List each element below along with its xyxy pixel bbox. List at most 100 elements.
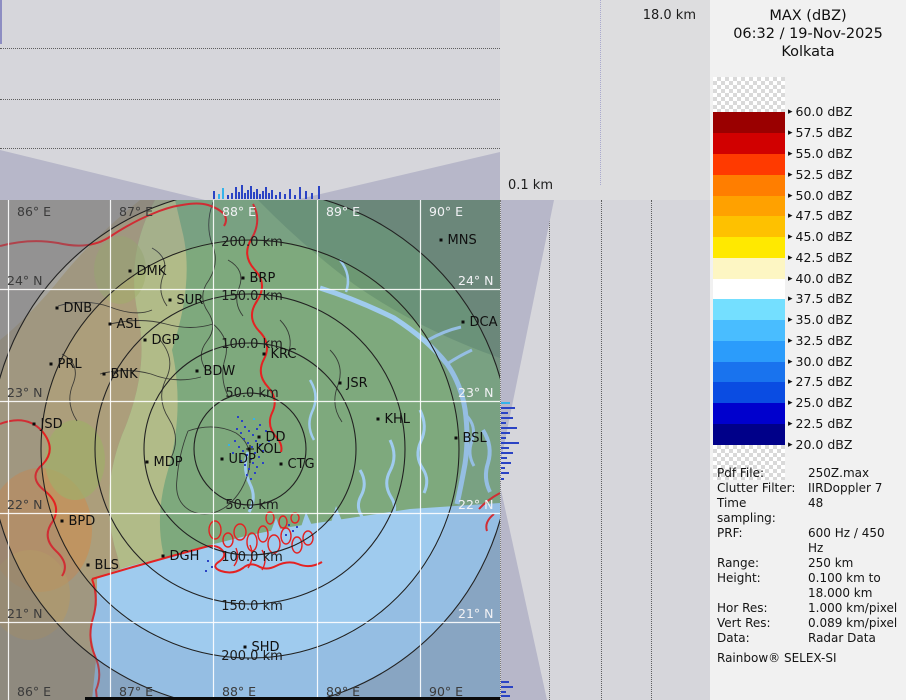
- echo-tick: [262, 191, 264, 199]
- dbz-tick: ▸57.5 dBZ: [788, 125, 852, 140]
- product-header: MAX (dBZ) 06:32 / 19-Nov-2025 Kolkata: [710, 7, 906, 61]
- colorbar-band: [713, 382, 785, 403]
- height-scale-corner-panel: 18.0 km 0.1 km: [500, 0, 710, 200]
- latitude-label-right: 23° N: [458, 385, 493, 400]
- echo-tick: [238, 192, 240, 199]
- metadata-label: Time sampling:: [717, 496, 808, 526]
- echo-pixel: [240, 432, 242, 434]
- dbz-tick: ▸20.0 dBZ: [788, 437, 852, 452]
- colorbar-band: [713, 175, 785, 196]
- metadata-label: Vert Res:: [717, 616, 808, 631]
- echo-tick: [247, 190, 249, 199]
- station-dot: [87, 564, 90, 567]
- station-dot: [440, 239, 443, 242]
- range-ring-label: 50.0 km: [225, 498, 278, 513]
- colorbar-band: [713, 237, 785, 258]
- tick-arrow-icon: ▸: [788, 253, 793, 263]
- echo-pixel: [251, 446, 253, 448]
- beam-blind-wedge: [295, 152, 500, 200]
- range-ring-label: 200.0 km: [221, 235, 283, 250]
- station-dot: [56, 307, 59, 310]
- legend-panel: MAX (dBZ) 06:32 / 19-Nov-2025 Kolkata ▸6…: [710, 0, 906, 700]
- echo-dash: [501, 417, 513, 419]
- right-height-profile-panel: [500, 200, 710, 700]
- metadata-value: 0.089 km/pixel: [808, 616, 897, 631]
- station-label: DMK: [137, 264, 167, 279]
- station-label: DGP: [152, 333, 180, 348]
- tick-arrow-icon: ▸: [788, 274, 793, 284]
- station-label: DGH: [170, 549, 200, 564]
- dbz-tick: ▸47.5 dBZ: [788, 208, 852, 223]
- metadata-row: Height:0.100 km to 18.000 km: [717, 571, 903, 601]
- station-label: BRP: [250, 271, 276, 286]
- metadata-value: 48: [808, 496, 823, 526]
- range-ring-label: 100.0 km: [221, 550, 283, 565]
- echo-tick: [318, 186, 320, 199]
- metadata-value: 1.000 km/pixel: [808, 601, 897, 616]
- tick-arrow-icon: ▸: [788, 440, 793, 450]
- dbz-tick-label: 27.5 dBZ: [796, 374, 853, 389]
- range-ring-label: 150.0 km: [221, 289, 283, 304]
- latitude-label-left: 23° N: [7, 385, 42, 400]
- station-label: KHL: [385, 412, 411, 427]
- echo-pixel: [259, 424, 261, 426]
- station-dot: [162, 555, 165, 558]
- longitude-label-top: 89° E: [326, 204, 360, 219]
- station-dot: [146, 461, 149, 464]
- colorbar-band: [713, 341, 785, 362]
- station-dot: [109, 323, 112, 326]
- dbz-tick-label: 42.5 dBZ: [796, 250, 853, 265]
- tick-arrow-icon: ▸: [788, 149, 793, 159]
- station-dot: [339, 382, 342, 385]
- height-gridline: [651, 200, 652, 700]
- height-gridline: [0, 148, 500, 149]
- echo-dash: [501, 442, 519, 444]
- height-gridline: [0, 48, 500, 49]
- echo-dash: [501, 467, 505, 469]
- latitude-label-left: 22° N: [7, 497, 42, 512]
- beam-blind-wedge: [501, 200, 554, 460]
- product-title: MAX (dBZ): [710, 7, 906, 25]
- echo-pixel: [250, 478, 252, 480]
- height-gridline: [549, 200, 550, 700]
- station-label: MNS: [448, 233, 477, 248]
- station-dot: [169, 299, 172, 302]
- tick-arrow-icon: ▸: [788, 294, 793, 304]
- latitude-label-right: 24° N: [458, 273, 493, 288]
- dbz-tick-label: 30.0 dBZ: [796, 354, 853, 369]
- echo-pixel: [252, 434, 254, 436]
- latitude-label-left: 24° N: [7, 273, 42, 288]
- metadata-row: Vert Res:0.089 km/pixel: [717, 616, 903, 631]
- tick-arrow-icon: ▸: [788, 357, 793, 367]
- longitude-label-top: 87° E: [119, 204, 153, 219]
- metadata-row: Clutter Filter:IIRDoppler 7: [717, 481, 903, 496]
- station-dot: [221, 458, 224, 461]
- dbz-tick-label: 57.5 dBZ: [796, 125, 853, 140]
- echo-dash: [501, 691, 506, 693]
- colorbar-band: [713, 299, 785, 320]
- metadata-value: 250 km: [808, 556, 853, 571]
- station-label: KRC: [271, 347, 297, 362]
- dbz-tick-label: 55.0 dBZ: [796, 146, 853, 161]
- tick-arrow-icon: ▸: [788, 211, 793, 221]
- metadata-value: 0.100 km to 18.000 km: [808, 571, 881, 601]
- longitude-label-top: 88° E: [222, 204, 256, 219]
- dbz-tick-label: 22.5 dBZ: [796, 416, 853, 431]
- latitude-label-left: 21° N: [7, 606, 42, 621]
- echo-tick: [244, 193, 246, 199]
- metadata-row: Pdf File:250Z.max: [717, 466, 903, 481]
- station-label: BSL: [463, 431, 488, 446]
- longitude-label-top: 86° E: [17, 204, 51, 219]
- station-label: BPD: [69, 514, 96, 529]
- echo-pixel: [248, 468, 250, 470]
- map-canvas: 86° E86° E87° E87° E88° E88° E89° E89° E…: [0, 200, 500, 700]
- dbz-tick: ▸27.5 dBZ: [788, 374, 852, 389]
- dbz-tick: ▸50.0 dBZ: [788, 188, 852, 203]
- echo-dash: [501, 432, 510, 434]
- echo-pixel: [256, 428, 258, 430]
- colorbar-band: [713, 279, 785, 299]
- tick-arrow-icon: ▸: [788, 107, 793, 117]
- metadata-label: PRF:: [717, 526, 808, 556]
- dbz-tick: ▸30.0 dBZ: [788, 354, 852, 369]
- dbz-tick: ▸60.0 dBZ: [788, 104, 852, 119]
